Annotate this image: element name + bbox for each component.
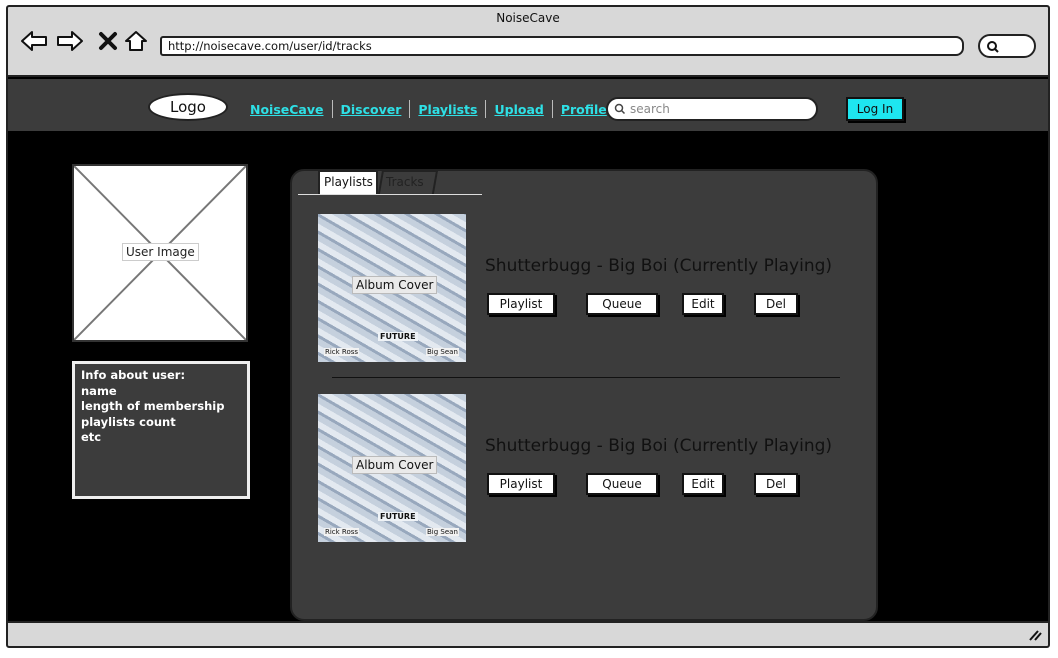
- search-icon: [614, 103, 626, 115]
- user-info-line: length of membership: [81, 399, 225, 413]
- main-nav: NoiseCave Discover Playlists Upload Prof…: [250, 99, 607, 119]
- track-title: Shutterbugg - Big Boi (Currently Playing…: [485, 256, 833, 276]
- track-title: Shutterbugg - Big Boi (Currently Playing…: [485, 436, 833, 456]
- resize-grip-icon[interactable]: [1028, 629, 1042, 641]
- tab-underline: [298, 194, 482, 195]
- nav-separator: [331, 100, 333, 118]
- site-header: Logo NoiseCave Discover Playlists Upload…: [8, 79, 1048, 131]
- album-cover: Album Cover FUTURE Rick Ross Big Sean: [318, 214, 466, 362]
- album-cover-artist-left: Rick Ross: [324, 348, 360, 356]
- album-cover-artist-right: Big Sean: [426, 348, 459, 356]
- queue-button[interactable]: Queue: [586, 473, 658, 495]
- nav-link-playlists[interactable]: Playlists: [418, 102, 477, 117]
- add-to-playlist-button[interactable]: Playlist: [487, 473, 555, 495]
- browser-search[interactable]: [978, 34, 1036, 58]
- user-image: User Image: [72, 164, 248, 342]
- add-to-playlist-button[interactable]: Playlist: [487, 293, 555, 315]
- tab-tracks-label: Tracks: [386, 175, 424, 189]
- nav-separator: [485, 100, 487, 118]
- tab-playlists[interactable]: Playlists: [318, 170, 378, 194]
- back-icon[interactable]: [20, 29, 48, 53]
- status-bar: [8, 621, 1048, 646]
- album-cover-label: Album Cover: [352, 276, 438, 294]
- browser-chrome: NoiseCave http://noisecave.com/user/id/t…: [8, 7, 1048, 77]
- track-row: Album Cover FUTURE Rick Ross Big Sean Sh…: [318, 394, 878, 542]
- user-info-line: playlists count: [81, 414, 176, 429]
- logo[interactable]: Logo: [148, 93, 228, 121]
- stop-icon[interactable]: [94, 29, 122, 53]
- album-cover: Album Cover FUTURE Rick Ross Big Sean: [318, 394, 466, 542]
- track-divider: [332, 377, 840, 378]
- track-row: Album Cover FUTURE Rick Ross Big Sean Sh…: [318, 214, 878, 362]
- album-cover-text: FUTURE: [378, 332, 418, 341]
- tab-tracks[interactable]: Tracks: [377, 170, 439, 194]
- nav-link-upload[interactable]: Upload: [494, 102, 543, 117]
- nav-separator: [551, 100, 553, 118]
- delete-button[interactable]: Del: [754, 293, 798, 315]
- user-info-line: name: [81, 383, 117, 398]
- user-image-label: User Image: [122, 243, 199, 261]
- window-title: NoiseCave: [496, 11, 560, 25]
- login-button[interactable]: Log In: [846, 97, 904, 121]
- delete-button[interactable]: Del: [754, 473, 798, 495]
- nav-link-discover[interactable]: Discover: [341, 102, 402, 117]
- address-bar[interactable]: http://noisecave.com/user/id/tracks: [160, 36, 964, 56]
- user-info-line: etc: [81, 430, 102, 444]
- forward-icon[interactable]: [56, 29, 84, 53]
- queue-button[interactable]: Queue: [586, 293, 658, 315]
- nav-separator: [409, 100, 411, 118]
- search-placeholder: search: [630, 102, 670, 116]
- search-input[interactable]: search: [606, 97, 818, 121]
- user-info-heading: Info about user:: [81, 368, 186, 382]
- edit-button[interactable]: Edit: [682, 293, 724, 315]
- nav-link-profile[interactable]: Profile: [561, 102, 607, 117]
- home-icon[interactable]: [122, 29, 150, 53]
- album-cover-artist-right: Big Sean: [426, 528, 459, 536]
- user-info: Info about user: name length of membersh…: [72, 361, 250, 499]
- album-cover-label: Album Cover: [352, 456, 438, 474]
- album-cover-text: FUTURE: [378, 512, 418, 521]
- album-cover-artist-left: Rick Ross: [324, 528, 360, 536]
- edit-button[interactable]: Edit: [682, 473, 724, 495]
- nav-link-noisecave[interactable]: NoiseCave: [250, 102, 324, 117]
- search-icon: [987, 41, 999, 53]
- browser-window: NoiseCave http://noisecave.com/user/id/t…: [6, 5, 1050, 648]
